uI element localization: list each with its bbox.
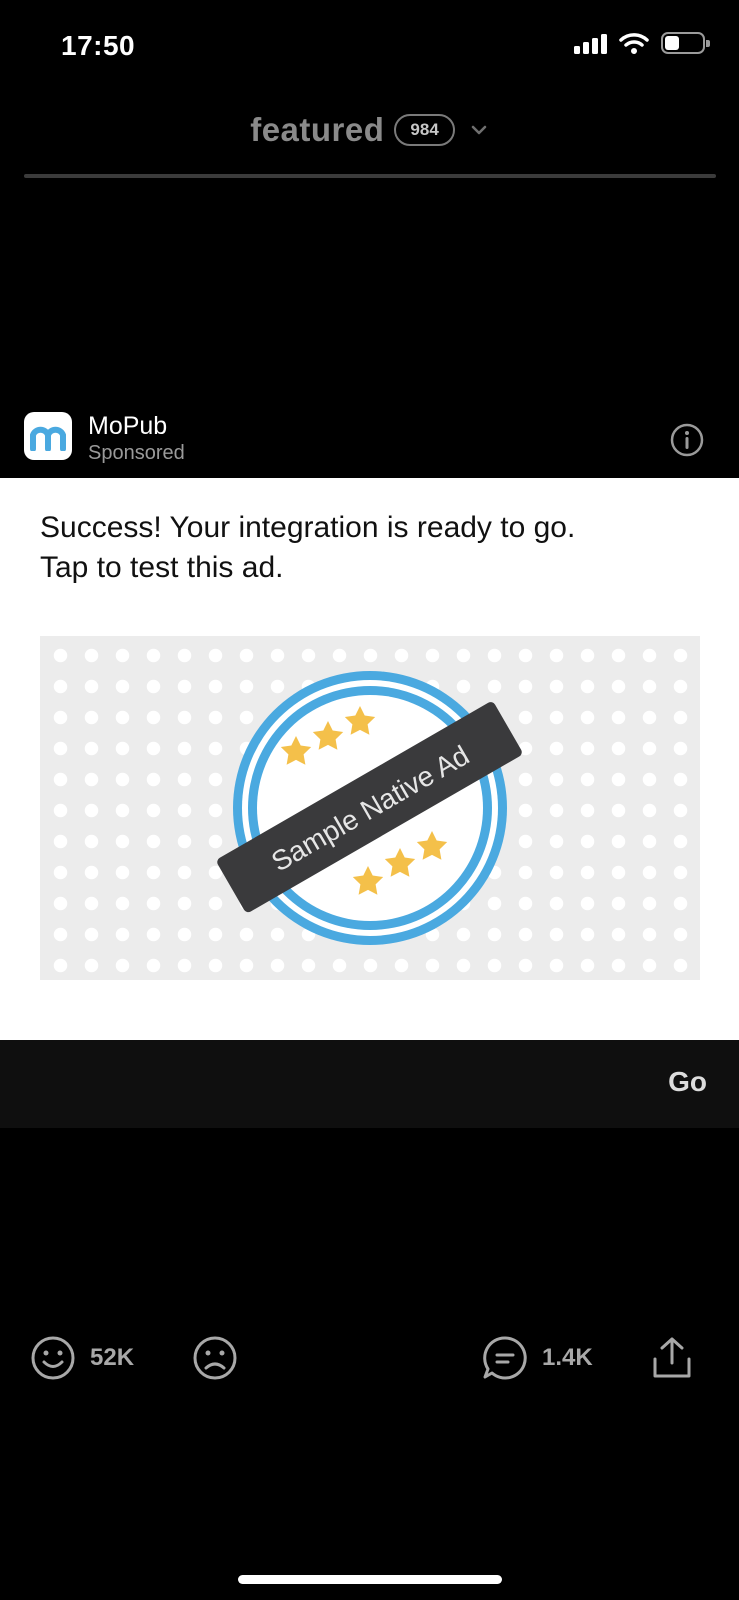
like-button[interactable]: 52K bbox=[30, 1335, 134, 1381]
action-bar: 52K 1.4K bbox=[0, 1335, 739, 1395]
status-bar: 17:50 bbox=[0, 0, 739, 96]
share-button[interactable] bbox=[650, 1335, 694, 1381]
ad-brand-name: MoPub bbox=[88, 412, 168, 440]
comment-icon bbox=[483, 1336, 527, 1380]
chevron-down-icon[interactable] bbox=[469, 123, 489, 137]
comments-count: 1.4K bbox=[542, 1344, 593, 1371]
count-badge: 984 bbox=[394, 114, 455, 146]
likes-count: 52K bbox=[90, 1344, 135, 1371]
wifi-icon bbox=[619, 33, 649, 54]
ad-body-text: Success! Your integration is ready to go… bbox=[40, 508, 720, 588]
frown-icon bbox=[193, 1336, 237, 1380]
mopub-logo-icon bbox=[24, 412, 72, 460]
ad-header: MoPub Sponsored bbox=[0, 400, 739, 478]
ad-text-line1: Success! Your integration is ready to go… bbox=[40, 511, 576, 544]
home-indicator[interactable] bbox=[238, 1575, 502, 1584]
ad-text-line2: Tap to test this ad. bbox=[40, 551, 284, 584]
share-icon bbox=[653, 1337, 691, 1378]
comment-button[interactable]: 1.4K bbox=[482, 1335, 593, 1381]
battery-icon bbox=[661, 32, 710, 54]
cta-bar: Go bbox=[0, 1040, 739, 1128]
feed-title: featured bbox=[250, 111, 385, 148]
signal-icon bbox=[574, 32, 607, 54]
sponsored-label: Sponsored bbox=[88, 442, 185, 464]
ad-image[interactable]: Sample Native Ad bbox=[40, 636, 700, 980]
info-icon[interactable] bbox=[669, 422, 705, 458]
status-icons bbox=[574, 32, 710, 54]
dislike-button[interactable] bbox=[192, 1335, 238, 1381]
feed-selector[interactable]: featured 984 bbox=[0, 100, 739, 160]
go-button[interactable]: Go bbox=[668, 1066, 707, 1098]
ad-card[interactable]: Success! Your integration is ready to go… bbox=[0, 478, 739, 1040]
status-time: 17:50 bbox=[61, 30, 136, 61]
header-divider bbox=[24, 174, 716, 178]
smile-icon bbox=[31, 1336, 75, 1380]
